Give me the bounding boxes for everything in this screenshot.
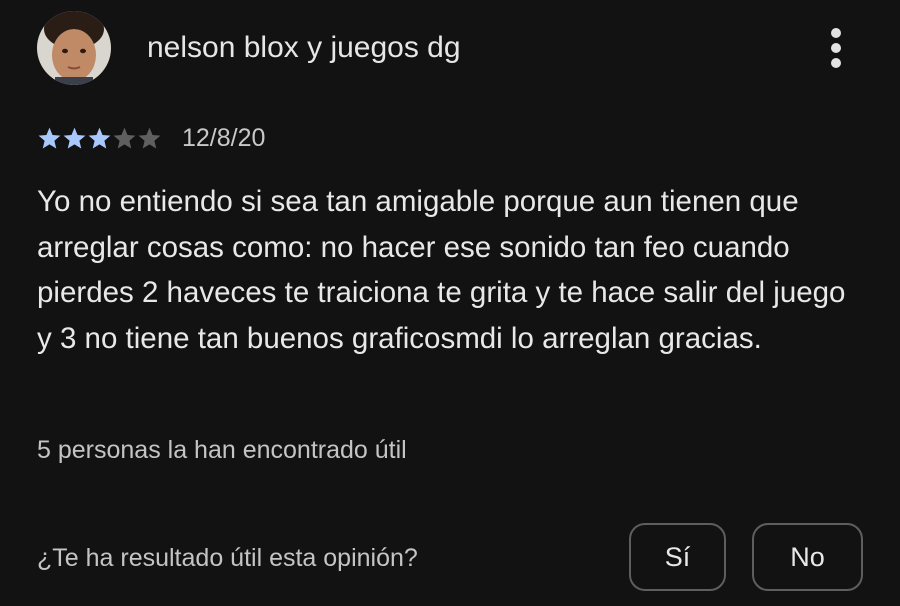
star-filled-icon <box>88 127 111 148</box>
avatar <box>37 11 111 85</box>
review-card: nelson blox y juegos dg 12/8/20 Yo no en… <box>0 0 900 606</box>
author-name: nelson blox y juegos dg <box>147 31 461 64</box>
more-options-icon[interactable] <box>822 26 850 70</box>
star-empty-icon <box>138 127 161 148</box>
child-face-avatar-icon <box>37 11 111 85</box>
star-filled-icon <box>38 127 61 148</box>
star-filled-icon <box>63 127 86 148</box>
review-text: Yo no entiendo si sea tan amigable porqu… <box>37 185 846 355</box>
yes-button[interactable]: Sí <box>629 523 726 591</box>
star-rating <box>37 120 162 156</box>
no-button[interactable]: No <box>752 523 863 591</box>
review-header: nelson blox y juegos dg <box>0 0 900 100</box>
helpful-count: 5 personas la han encontrado útil <box>37 436 407 464</box>
review-date: 12/8/20 <box>182 124 266 152</box>
review-meta: 12/8/20 <box>37 120 265 156</box>
helpful-question: ¿Te ha resultado útil esta opinión? <box>37 544 418 572</box>
star-empty-icon <box>113 127 136 148</box>
